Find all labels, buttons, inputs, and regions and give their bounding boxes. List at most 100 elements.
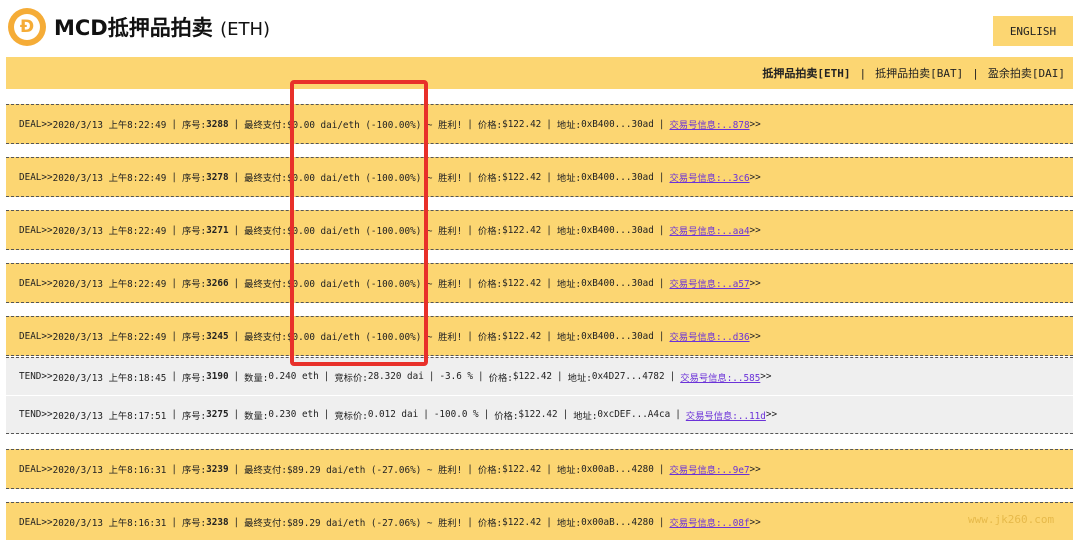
- id-label: 序号:: [181, 332, 207, 343]
- language-button[interactable]: ENGLISH: [993, 16, 1073, 46]
- field-separator: |: [323, 371, 330, 382]
- address-label: 地址:: [556, 173, 582, 184]
- field-separator: |: [233, 371, 240, 382]
- auction-id: 3190: [206, 371, 229, 382]
- tx-info-link[interactable]: 交易号信息:..9e7: [669, 462, 749, 476]
- bid-value: 0.012 dai: [367, 409, 419, 420]
- row-tail-arrow: >>: [749, 224, 761, 236]
- row-tail-arrow: >>: [749, 171, 761, 183]
- deal-event-row: DEAL >> 2020/3/13 上午8:16:31 | 序号: 3238 | 最终支…: [6, 502, 1073, 540]
- deal-event-row: DEAL >> 2020/3/13 上午8:16:31 | 序号: 3239 | 最终支…: [6, 449, 1073, 489]
- auction-id: 3239: [206, 463, 229, 475]
- final-payment-value: $0.00 dai/eth (-100.00%) ~ 胜利!: [286, 226, 463, 237]
- field-separator: |: [171, 224, 177, 236]
- address-value: 0xB400...30ad: [581, 118, 654, 130]
- field-separator: |: [233, 516, 240, 528]
- field-separator: |: [658, 516, 665, 528]
- field-separator: |: [171, 277, 177, 289]
- field-separator: |: [171, 463, 177, 475]
- id-label: 序号:: [181, 173, 207, 184]
- address-label: 地址:: [556, 226, 582, 237]
- field-separator: |: [171, 118, 177, 130]
- field-separator: |: [233, 224, 240, 236]
- nav-item-dai-surplus-auction[interactable]: 盈余拍卖[DAI]: [988, 65, 1065, 81]
- bid-label: 竞标价:: [334, 372, 368, 384]
- event-arrow: >>: [41, 463, 53, 475]
- field-separator: |: [658, 171, 665, 183]
- event-arrow: >>: [41, 171, 53, 183]
- tx-info-link[interactable]: 交易号信息:..d36: [669, 329, 749, 343]
- event-type: DEAL: [19, 171, 42, 183]
- field-separator: |: [467, 330, 473, 342]
- id-label: 序号:: [181, 410, 207, 422]
- tx-info-link[interactable]: 交易号信息:..aa4: [669, 223, 749, 237]
- event-arrow: >>: [41, 330, 53, 342]
- event-time: 2020/3/13 上午8:22:49: [52, 332, 167, 343]
- row-tail-arrow: >>: [749, 516, 761, 528]
- price-value: $122.42: [502, 224, 542, 236]
- final-payment-label: 最终支付:: [244, 173, 287, 184]
- field-separator: |: [233, 330, 240, 342]
- address-value: 0xcDEF...A4ca: [597, 409, 671, 420]
- id-label: 序号:: [181, 226, 207, 237]
- row-tail-arrow: >>: [760, 371, 772, 382]
- field-separator: |: [171, 409, 177, 420]
- nav-item-bat-auction[interactable]: 抵押品拍卖[BAT]: [875, 65, 963, 81]
- tx-info-link[interactable]: 交易号信息:..585: [680, 370, 760, 384]
- final-payment-label: 最终支付:: [244, 279, 287, 290]
- tend-event-row: TEND >> 2020/3/13 上午8:18:45 | 序号: 3190 | 数量:…: [6, 357, 1073, 395]
- price-label: 价格:: [477, 120, 503, 131]
- tx-info-link[interactable]: 交易号信息:..a57: [669, 276, 749, 290]
- page-title: MCD抵押品拍卖 (ETH): [54, 12, 270, 42]
- field-separator: |: [669, 371, 676, 382]
- auction-id: 3238: [206, 516, 229, 528]
- price-value: $122.42: [502, 516, 542, 528]
- dai-logo-inner: Đ: [14, 14, 40, 40]
- nav-separator: |: [972, 66, 979, 80]
- tend-event-row: TEND >> 2020/3/13 上午8:17:51 | 序号: 3275 | 数量:…: [6, 396, 1073, 434]
- id-label: 序号:: [181, 518, 207, 529]
- field-separator: |: [546, 330, 552, 342]
- address-value: 0xB400...30ad: [581, 171, 654, 183]
- price-value: $122.42: [502, 171, 542, 183]
- address-value: 0xB400...30ad: [581, 224, 654, 236]
- auction-id: 3266: [206, 277, 229, 289]
- auction-id: 3278: [206, 171, 229, 183]
- auction-id: 3275: [206, 409, 229, 420]
- deal-event-row: DEAL >> 2020/3/13 上午8:22:49 | 序号: 3245 | 最终支…: [6, 316, 1073, 356]
- deal-event-row: DEAL >> 2020/3/13 上午8:22:49 | 序号: 3266 | 最终支…: [6, 263, 1073, 303]
- field-separator: |: [171, 371, 177, 382]
- field-separator: |: [478, 371, 484, 382]
- tx-info-link[interactable]: 交易号信息:..11d: [686, 408, 766, 422]
- final-payment-value: $0.00 dai/eth (-100.00%) ~ 胜利!: [286, 279, 463, 290]
- final-payment-label: 最终支付:: [244, 226, 287, 237]
- event-type: DEAL: [19, 463, 42, 475]
- price-label: 价格:: [477, 518, 503, 529]
- event-arrow: >>: [41, 118, 53, 130]
- event-time: 2020/3/13 上午8:18:45: [52, 372, 167, 384]
- address-label: 地址:: [556, 518, 582, 529]
- tx-info-link[interactable]: 交易号信息:..878: [669, 117, 749, 131]
- row-tail-arrow: >>: [749, 330, 761, 342]
- field-separator: |: [483, 409, 490, 420]
- field-separator: |: [467, 277, 473, 289]
- price-value: $122.42: [502, 277, 542, 289]
- event-arrow: >>: [41, 224, 53, 236]
- tx-info-link[interactable]: 交易号信息:..08f: [669, 515, 749, 529]
- field-separator: |: [467, 118, 473, 130]
- tx-info-link[interactable]: 交易号信息:..3c6: [669, 170, 749, 184]
- nav-separator: |: [859, 66, 867, 80]
- nav-item-eth-auction[interactable]: 抵押品拍卖[ETH]: [762, 65, 850, 81]
- price-value: $122.42: [502, 330, 542, 342]
- field-separator: |: [171, 171, 177, 183]
- field-separator: |: [546, 516, 552, 528]
- address-label: 地址:: [556, 120, 582, 131]
- field-separator: |: [546, 463, 552, 475]
- event-type: DEAL: [19, 224, 42, 236]
- final-payment-label: 最终支付:: [244, 465, 287, 476]
- address-value: 0x00aB...4280: [581, 463, 654, 475]
- row-tail-arrow: >>: [765, 409, 778, 420]
- price-label: 价格:: [477, 465, 503, 476]
- page-header: Đ MCD抵押品拍卖 (ETH) ENGLISH: [0, 0, 1080, 56]
- address-value: 0x4D27...4782: [591, 371, 665, 382]
